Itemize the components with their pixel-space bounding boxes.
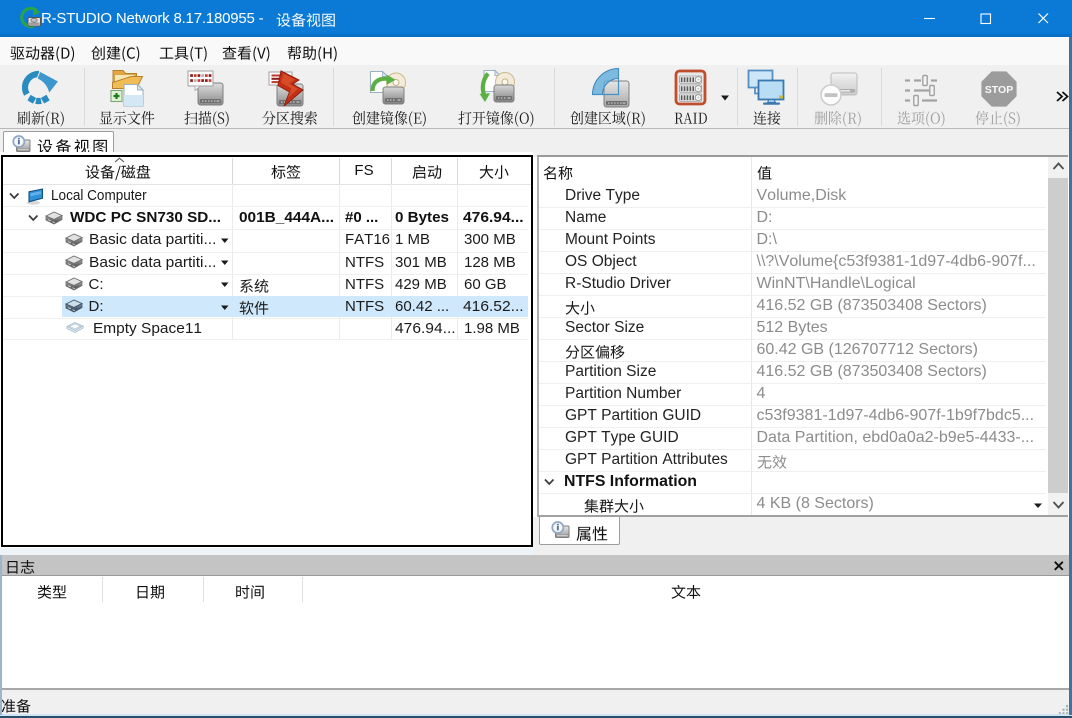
svg-text:STOP: STOP <box>984 84 1012 96</box>
